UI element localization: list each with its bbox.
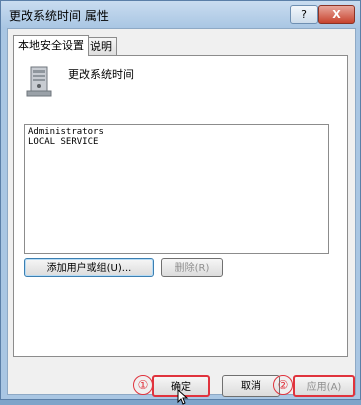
tab-panel: 更改系统时间 Administrators LOCAL SERVICE 添加用户… xyxy=(13,55,348,357)
list-item[interactable]: Administrators xyxy=(28,127,325,137)
properties-window: 更改系统时间 属性 ? X 本地安全设置 说明 更改系统时间 Administr… xyxy=(0,0,361,405)
remove-button[interactable]: 删除(R) xyxy=(161,258,223,277)
apply-button[interactable]: 应用(A) xyxy=(293,375,355,397)
window-title: 更改系统时间 属性 xyxy=(9,9,109,23)
title-bar[interactable]: 更改系统时间 属性 ? X xyxy=(1,1,360,28)
add-user-or-group-button[interactable]: 添加用户或组(U)... xyxy=(24,258,154,277)
list-item[interactable]: LOCAL SERVICE xyxy=(28,137,325,147)
tab-explain[interactable]: 说明 xyxy=(85,37,117,55)
help-button[interactable]: ? xyxy=(290,5,318,24)
cancel-button[interactable]: 取消 xyxy=(222,375,280,397)
tab-local-security-setting[interactable]: 本地安全设置 xyxy=(13,35,89,56)
policy-name: 更改系统时间 xyxy=(68,68,134,81)
annotation-marker-2: ② xyxy=(273,375,293,395)
principals-list[interactable]: Administrators LOCAL SERVICE xyxy=(24,124,329,254)
close-button[interactable]: X xyxy=(318,5,355,24)
dialog-body: 本地安全设置 说明 更改系统时间 Administrators LOCAL SE… xyxy=(7,28,356,405)
policy-icon xyxy=(26,66,52,97)
annotation-marker-1: ① xyxy=(133,375,153,395)
mouse-cursor-icon xyxy=(177,389,189,405)
